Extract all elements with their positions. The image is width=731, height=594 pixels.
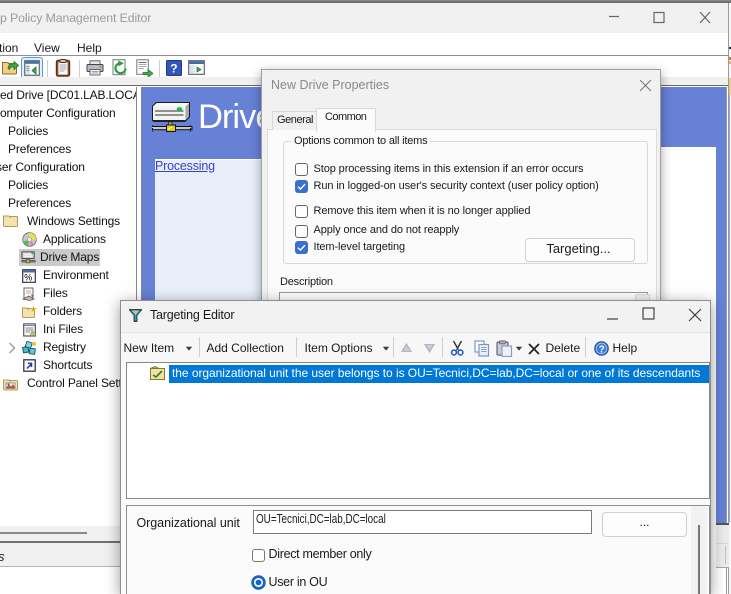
svg-text:?: ?: [598, 344, 604, 355]
svg-text:%: %: [24, 273, 32, 283]
svg-text:?: ?: [170, 62, 177, 76]
